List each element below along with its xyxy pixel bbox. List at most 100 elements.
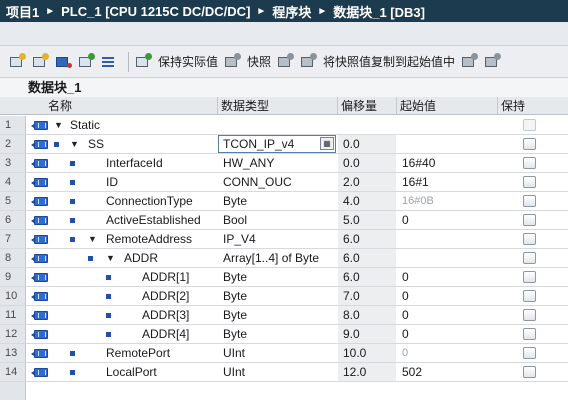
row-name[interactable]: Static — [70, 116, 100, 134]
breadcrumb-plc[interactable]: PLC_1 [CPU 1215C DC/DC/DC] — [59, 4, 252, 19]
datatype-value[interactable]: Byte — [218, 268, 336, 286]
datatype-value[interactable]: Array[1..4] of Byte — [218, 249, 336, 267]
start-value[interactable]: 0 — [397, 268, 497, 286]
start-value[interactable]: 16#40 — [397, 154, 497, 172]
copy-snapshot-icon[interactable] — [276, 52, 295, 71]
row-name[interactable]: InterfaceId — [106, 154, 163, 172]
retain-checkbox[interactable] — [523, 157, 536, 169]
start-value[interactable]: 0 — [397, 325, 497, 343]
retain-checkbox[interactable] — [523, 309, 536, 321]
row-name[interactable]: ID — [106, 173, 118, 191]
row-number: 3 — [0, 154, 26, 172]
column-header-name[interactable]: 名称 — [45, 97, 218, 115]
load-icon[interactable] — [460, 52, 479, 71]
start-value[interactable]: 16#0B — [397, 192, 497, 210]
row-name[interactable]: SS — [88, 135, 104, 153]
row-name[interactable]: ActiveEstablished — [106, 211, 201, 229]
table-row[interactable]: 10 ADDR[2] Byte 7.0 0 — [0, 287, 568, 306]
retain-checkbox[interactable] — [523, 290, 536, 302]
row-name[interactable]: ConnectionType — [106, 192, 193, 210]
table-row[interactable]: 9 ADDR[1] Byte 6.0 0 — [0, 268, 568, 287]
datatype-value[interactable]: UInt — [218, 363, 336, 381]
datatype-value[interactable]: Byte — [218, 192, 336, 210]
offset-value: 6.0 — [338, 249, 396, 267]
collapse-icon[interactable]: ▼ — [54, 120, 63, 130]
breadcrumb-data-block[interactable]: 数据块_1 [DB3] — [331, 2, 427, 21]
expand-all-icon[interactable] — [54, 53, 72, 71]
retain-checkbox[interactable] — [523, 176, 536, 188]
table-row[interactable]: 12 ADDR[4] Byte 9.0 0 — [0, 325, 568, 344]
table-row[interactable]: 6 ActiveEstablished Bool 5.0 0 — [0, 211, 568, 230]
row-name[interactable]: ADDR[2] — [142, 287, 189, 305]
table-row[interactable]: 13 RemotePort UInt 10.0 0 — [0, 344, 568, 363]
datatype-picker-icon[interactable]: ▦ — [320, 137, 334, 150]
insert-row-icon[interactable] — [8, 52, 26, 71]
column-header-datatype[interactable]: 数据类型 — [217, 97, 337, 115]
row-name[interactable]: ADDR[3] — [142, 306, 189, 324]
copy-snapshot-to-start-button[interactable]: 将快照值复制到起始值中 — [323, 53, 455, 70]
datatype-value[interactable]: UInt — [218, 344, 336, 362]
table-row[interactable]: 7 ▼ RemoteAddress IP_V4 6.0 — [0, 230, 568, 249]
retain-checkbox[interactable] — [523, 366, 536, 378]
load-start-values-icon[interactable] — [299, 52, 318, 71]
breadcrumb-separator-icon: ► — [45, 5, 56, 17]
retain-checkbox[interactable] — [523, 195, 536, 207]
retain-checkbox[interactable] — [523, 328, 536, 340]
interface-icon — [31, 159, 48, 168]
update-interface-icon[interactable] — [77, 52, 95, 71]
collapse-all-icon[interactable] — [100, 53, 118, 71]
retain-checkbox[interactable] — [523, 138, 536, 150]
datatype-value[interactable]: CONN_OUC — [218, 173, 336, 191]
toolbar-divider — [128, 51, 129, 72]
datatype-value[interactable]: HW_ANY — [218, 154, 336, 172]
collapse-icon[interactable]: ▼ — [70, 139, 79, 149]
datatype-value[interactable]: Byte — [218, 325, 336, 343]
add-row-icon[interactable] — [31, 52, 49, 71]
table-row[interactable]: 5 ConnectionType Byte 4.0 16#0B — [0, 192, 568, 211]
start-value[interactable]: 0 — [397, 211, 497, 229]
table-row[interactable]: 2 ▼ SS TCON_IP_v4 ▦ 0.0 — [0, 135, 568, 154]
datatype-value[interactable]: Byte — [218, 287, 336, 305]
table-row[interactable]: 1 ▼ Static — [0, 116, 568, 135]
table-row[interactable]: 8 ▼ ADDR Array[1..4] of Byte 6.0 — [0, 249, 568, 268]
datatype-value[interactable]: Bool — [218, 211, 336, 229]
column-header-start-value[interactable]: 起始值 — [396, 97, 498, 115]
retain-checkbox[interactable] — [523, 214, 536, 226]
retain-checkbox[interactable] — [523, 271, 536, 283]
start-value[interactable]: 0 — [397, 344, 497, 362]
retain-checkbox[interactable] — [523, 252, 536, 264]
retain-checkbox[interactable] — [523, 347, 536, 359]
table-row[interactable]: 4 ID CONN_OUC 2.0 16#1 — [0, 173, 568, 192]
table-row[interactable]: 3 InterfaceId HW_ANY 0.0 16#40 — [0, 154, 568, 173]
snapshot-button[interactable]: 快照 — [247, 53, 271, 70]
breadcrumb-program-blocks[interactable]: 程序块 — [270, 2, 313, 21]
start-value[interactable]: 16#1 — [397, 173, 497, 191]
retain-checkbox[interactable] — [523, 233, 536, 245]
collapse-icon[interactable]: ▼ — [88, 234, 97, 244]
table-row[interactable]: 14 LocalPort UInt 12.0 502 — [0, 363, 568, 382]
row-name[interactable]: RemoteAddress — [106, 230, 192, 248]
column-header-offset[interactable]: 偏移量 — [337, 97, 397, 115]
column-header-retain[interactable]: 保持 — [497, 97, 568, 115]
start-value[interactable]: 0 — [397, 287, 497, 305]
monitor-all-icon[interactable] — [134, 52, 152, 71]
snapshot-icon[interactable] — [223, 52, 242, 71]
datatype-value[interactable]: IP_V4 — [218, 230, 336, 248]
empty-row[interactable] — [0, 382, 568, 401]
breadcrumb-project[interactable]: 项目1 — [4, 2, 41, 21]
datatype-input[interactable]: TCON_IP_v4 — [218, 135, 336, 153]
datatype-value[interactable]: Byte — [218, 306, 336, 324]
row-name[interactable]: ADDR — [124, 249, 158, 267]
row-name[interactable]: RemotePort — [106, 344, 170, 362]
keep-actual-values-button[interactable]: 保持实际值 — [158, 53, 218, 70]
toolbar-area-top — [0, 22, 568, 46]
start-value[interactable]: 0 — [397, 306, 497, 324]
row-name[interactable]: ADDR[4] — [142, 325, 189, 343]
row-name[interactable]: ADDR[1] — [142, 268, 189, 286]
table-row[interactable]: 11 ADDR[3] Byte 8.0 0 — [0, 306, 568, 325]
start-value[interactable]: 502 — [397, 363, 497, 381]
row-name[interactable]: LocalPort — [106, 363, 157, 381]
collapse-icon[interactable]: ▼ — [106, 253, 115, 263]
reset-icon[interactable] — [483, 52, 502, 71]
interface-icon — [31, 254, 48, 263]
